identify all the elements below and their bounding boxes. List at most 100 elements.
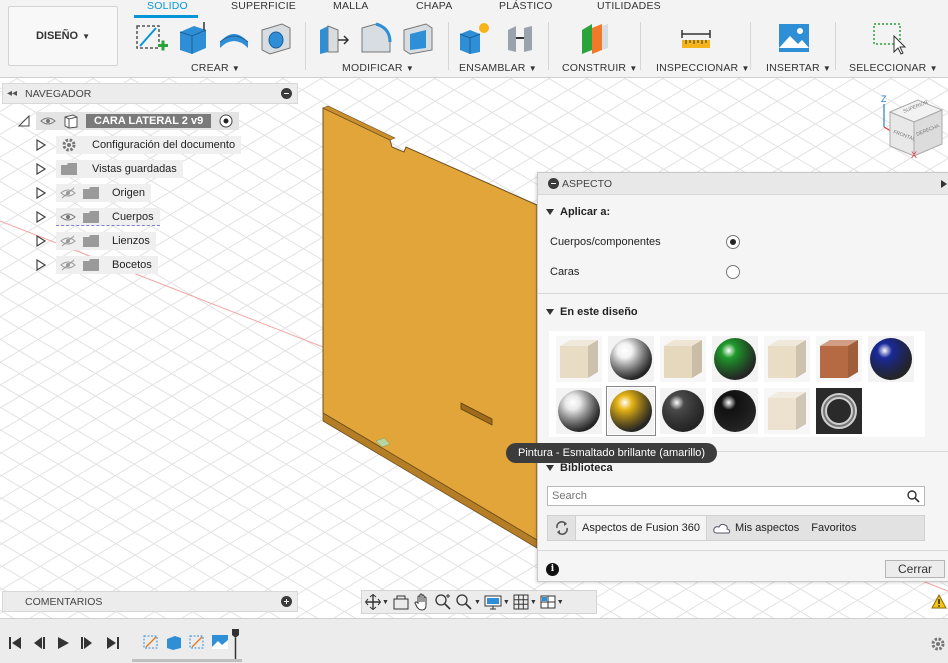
search-field[interactable] — [547, 486, 925, 506]
folder-icon — [61, 163, 77, 175]
appearance-swatches — [549, 331, 925, 437]
appearance-title: ASPECTO — [562, 177, 612, 190]
zoom-button[interactable]: ▼ — [455, 592, 481, 612]
browser-item[interactable]: Lienzos — [36, 231, 156, 251]
go-to-start-icon[interactable] — [8, 636, 22, 650]
appearance-tooltip: Pintura - Esmaltado brillante (amarillo) — [506, 443, 718, 463]
expand-arrow-icon[interactable] — [36, 163, 46, 175]
browser-item[interactable]: Cuerpos — [36, 207, 160, 227]
orbit-icon — [365, 594, 381, 610]
appearance-swatch[interactable] — [712, 388, 758, 434]
monitor-icon — [484, 595, 502, 610]
look-at-button[interactable] — [392, 592, 410, 612]
option-bodies-label: Cuerpos/componentes — [550, 236, 661, 248]
appearance-swatch[interactable] — [660, 388, 706, 434]
appearance-swatch[interactable] — [816, 388, 862, 434]
appearance-panel: ASPECTO Aplicar a: Cuerpos/componentes C… — [537, 172, 948, 582]
appearance-swatch[interactable] — [816, 336, 862, 382]
browser-item-label: Bocetos — [112, 259, 152, 271]
timeline-appearance-icon[interactable] — [211, 633, 229, 651]
appearance-swatch[interactable] — [556, 336, 602, 382]
play-icon[interactable] — [56, 636, 70, 650]
minimize-appearance-icon[interactable] — [548, 178, 559, 189]
model-body[interactable] — [322, 105, 538, 549]
eye-hidden-icon[interactable] — [60, 259, 76, 271]
viewcube[interactable]: Z X FRONTAL DERECHA SUPERIOR — [881, 94, 944, 160]
browser-item[interactable]: Origen — [36, 183, 152, 203]
panel-expand-icon[interactable] — [940, 180, 948, 188]
grid-settings-button[interactable]: ▼ — [513, 592, 537, 612]
apply-to-section[interactable]: Aplicar a: — [546, 206, 610, 218]
timeline-extrude-icon[interactable] — [165, 633, 183, 651]
timeline-track[interactable] — [132, 659, 242, 662]
appearance-swatch[interactable] — [868, 336, 914, 382]
browser-item[interactable]: Vistas guardadas — [36, 159, 183, 179]
search-input[interactable] — [548, 487, 898, 505]
add-comment-icon[interactable] — [281, 596, 292, 607]
appearance-swatch[interactable] — [556, 388, 602, 434]
expand-arrow-icon[interactable] — [36, 211, 46, 223]
bodies-radio[interactable] — [726, 235, 740, 249]
cloud-icon — [713, 523, 731, 534]
comments-panel[interactable]: COMENTARIOS — [2, 591, 298, 612]
warning-icon[interactable] — [931, 594, 947, 609]
tab-my-appearances[interactable]: Mis aspectos — [707, 516, 805, 540]
display-settings-button[interactable]: ▼ — [484, 592, 510, 612]
browser-title: NAVEGADOR — [25, 87, 92, 100]
eye-icon[interactable] — [40, 115, 56, 127]
grid-icon — [513, 594, 529, 610]
browser-item-label: Lienzos — [112, 235, 150, 247]
expand-arrow-icon[interactable] — [36, 259, 46, 271]
axis-z-label: Z — [881, 94, 887, 104]
appearance-swatch[interactable] — [660, 336, 706, 382]
step-forward-icon[interactable] — [80, 636, 94, 650]
eye-hidden-icon[interactable] — [60, 235, 76, 247]
look-at-icon — [393, 595, 409, 610]
orbit-button[interactable]: ▼ — [365, 592, 389, 612]
appearance-swatch[interactable] — [606, 386, 656, 436]
in-design-section[interactable]: En este diseño — [546, 306, 638, 318]
collapse-panel-icon[interactable]: ◂◂ — [3, 88, 21, 99]
timeline-marker-icon[interactable] — [232, 629, 239, 659]
expand-arrow-icon[interactable] — [18, 115, 30, 127]
tab-fusion-appearances[interactable]: Aspectos de Fusion 360 — [576, 516, 708, 540]
refresh-icon[interactable] — [548, 516, 576, 540]
expand-arrow-icon[interactable] — [36, 187, 46, 199]
appearance-swatch[interactable] — [764, 336, 810, 382]
appearance-swatch[interactable] — [608, 336, 654, 382]
appearance-swatch[interactable] — [712, 336, 758, 382]
collapse-triangle-icon — [546, 465, 554, 471]
info-icon[interactable]: i — [546, 563, 559, 576]
folder-icon — [83, 210, 99, 223]
browser-root[interactable]: CARA LATERAL 2 v9 — [18, 111, 240, 131]
viewports-button[interactable]: ▼ — [540, 592, 564, 612]
tab-favorites[interactable]: Favoritos — [805, 516, 862, 540]
minimize-browser-icon[interactable] — [281, 88, 292, 99]
eye-hidden-icon[interactable] — [60, 187, 76, 199]
browser-header[interactable]: ◂◂ NAVEGADOR — [2, 83, 298, 104]
timeline-sketch-icon[interactable] — [188, 633, 206, 651]
expand-arrow-icon[interactable] — [36, 139, 46, 151]
pan-button[interactable] — [413, 592, 431, 612]
activate-radio-icon[interactable] — [219, 114, 233, 128]
zoom-icon — [456, 594, 472, 610]
eye-icon[interactable] — [60, 211, 76, 223]
appearance-swatch[interactable] — [764, 388, 810, 434]
settings-gear-icon[interactable] — [930, 636, 946, 652]
go-to-end-icon[interactable] — [106, 636, 120, 650]
close-button[interactable]: Cerrar — [885, 560, 945, 578]
folder-icon — [83, 187, 99, 199]
faces-radio[interactable] — [726, 265, 740, 279]
viewports-icon — [540, 595, 556, 609]
library-section[interactable]: Biblioteca — [546, 462, 613, 474]
browser-item[interactable]: Bocetos — [36, 255, 158, 275]
appearance-header[interactable]: ASPECTO — [538, 173, 948, 195]
expand-arrow-icon[interactable] — [36, 235, 46, 247]
timeline-sketch-icon[interactable] — [142, 633, 160, 651]
step-back-icon[interactable] — [32, 636, 46, 650]
zoom-window-button[interactable] — [434, 592, 452, 612]
browser-item[interactable]: Configuración del documento — [36, 135, 242, 155]
search-icon[interactable] — [907, 490, 920, 503]
comments-title: COMENTARIOS — [25, 595, 103, 608]
pan-hand-icon — [414, 593, 427, 611]
